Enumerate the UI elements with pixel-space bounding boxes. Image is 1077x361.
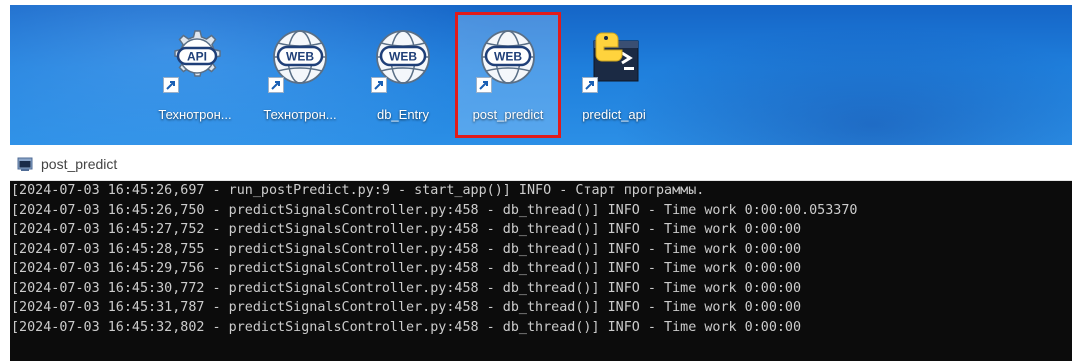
desktop-shortcut-technotron-api[interactable]: API Технотрон... [145,15,245,135]
web-globe-icon: WEB [476,27,538,93]
log-line: [2024-07-03 16:45:30,772 - predictSignal… [11,280,802,296]
web-globe-icon: WEB [371,27,433,93]
console-window-icon [17,156,33,172]
api-icon-text: API [187,50,207,64]
desktop-area: API Технотрон... WEB Технотрон... WEB db… [10,5,1072,145]
desktop-shortcut-predict-api[interactable]: predict_api [564,15,664,135]
web-icon-text: WEB [389,50,417,64]
screenshot-frame: API Технотрон... WEB Технотрон... WEB db… [0,0,1077,361]
log-line: [2024-07-03 16:45:28,755 - predictSignal… [11,241,802,257]
shortcut-arrow-icon [268,77,284,93]
desktop-shortcut-label: Технотрон... [263,107,337,122]
window-title: post_predict [41,155,118,172]
web-globe-icon: WEB [268,27,330,93]
desktop-shortcut-label: db_Entry [376,107,430,122]
desktop-shortcut-db-entry[interactable]: WEB db_Entry [353,15,453,135]
log-line: [2024-07-03 16:45:26,697 - run_postPredi… [11,183,705,198]
log-line: [2024-07-03 16:45:32,802 - predictSignal… [11,319,802,335]
log-line: [2024-07-03 16:45:27,752 - predictSignal… [11,222,802,237]
log-line: [2024-07-03 16:45:31,787 - predictSignal… [11,300,802,315]
api-gear-icon: API [163,27,225,93]
desktop-shortcut-technotron-web[interactable]: WEB Технотрон... [250,15,350,135]
console-title-bar[interactable]: post_predict [10,147,1072,181]
desktop-shortcut-label: Технотрон... [158,107,232,122]
python-terminal-icon [582,27,644,93]
web-icon-text: WEB [494,50,522,64]
shortcut-arrow-icon [582,77,598,93]
web-icon-text: WEB [286,50,314,64]
shortcut-arrow-icon [371,77,387,93]
log-line: [2024-07-03 16:45:26,750 - predictSignal… [11,202,858,218]
desktop-shortcut-post-predict[interactable]: WEB post_predict [455,12,561,138]
desktop-shortcut-label: post_predict [472,107,544,122]
console-output[interactable]: [2024-07-03 16:45:26,697 - run_postPredi… [10,181,1072,361]
shortcut-arrow-icon [476,77,492,93]
desktop-shortcut-label: predict_api [582,107,646,122]
shortcut-arrow-icon [163,77,179,93]
log-line: [2024-07-03 16:45:29,756 - predictSignal… [11,261,802,276]
